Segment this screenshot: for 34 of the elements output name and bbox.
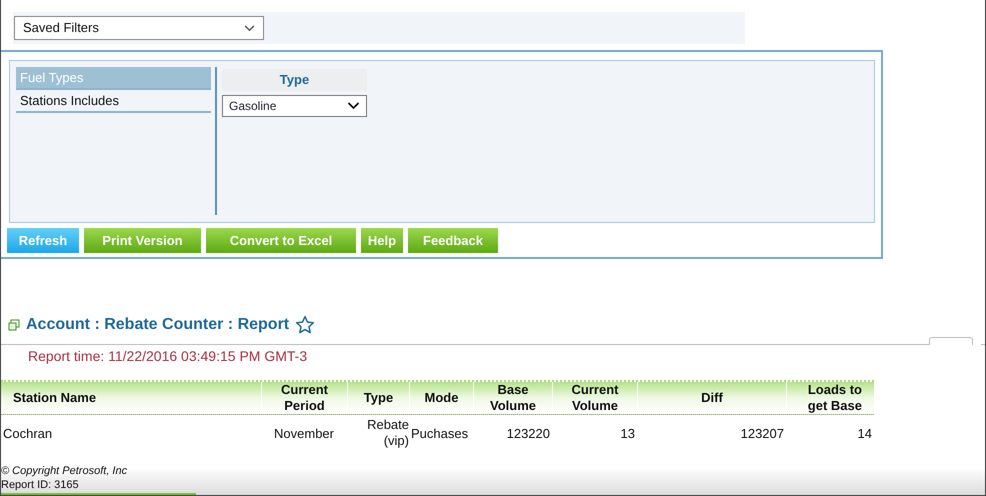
report-id: Report ID: 3165	[1, 478, 80, 492]
chevron-down-icon	[244, 24, 255, 32]
chevron-down-icon	[347, 102, 360, 110]
saved-filters-dropdown[interactable]: Saved Filters	[14, 16, 264, 40]
table-cell-text: Puchases	[410, 425, 470, 443]
toolbar-button[interactable]: Help	[361, 228, 403, 253]
type-dropdown[interactable]: Gasoline	[222, 95, 367, 117]
table-cell-text: 13	[620, 425, 636, 443]
table-cell-text: Cochran	[2, 425, 54, 443]
category-item[interactable]: Stations Includes	[16, 90, 211, 113]
window-icon	[8, 319, 20, 331]
table-cell-text: 14	[856, 425, 873, 443]
category-item[interactable]: Fuel Types	[16, 67, 211, 90]
report-time: Report time: 11/22/2016 03:49:15 PM GMT-3	[27, 347, 308, 366]
column-header: Type	[222, 69, 367, 91]
toolbar-button[interactable]: Feedback	[408, 228, 498, 253]
toolbar-button[interactable]: Print Version	[84, 228, 201, 253]
toolbar-button[interactable]: Convert to Excel	[206, 228, 356, 253]
column-header: Current Volume	[552, 382, 637, 414]
copyright-text: © Copyright Petrosoft, Inc	[1, 464, 128, 478]
column-header: Current Period	[261, 382, 347, 414]
table-cell-text: November	[273, 425, 335, 443]
table-cell-text: Rebate (vip)	[366, 417, 409, 449]
toolbar-button[interactable]: Refresh	[7, 228, 79, 253]
column-header: Station Name	[12, 389, 98, 407]
column-header: Mode	[409, 382, 473, 414]
column-header: Base Volume	[473, 382, 552, 414]
table-cell-text: 123207	[740, 425, 785, 443]
column-header: Loads to get Base	[786, 382, 874, 414]
column-header: Diff	[637, 382, 786, 414]
column-header: Type	[347, 382, 409, 414]
report-title: Account : Rebate Counter : Report	[26, 315, 290, 335]
table-cell-text: 123220	[506, 425, 551, 443]
star-icon[interactable]	[295, 315, 316, 335]
